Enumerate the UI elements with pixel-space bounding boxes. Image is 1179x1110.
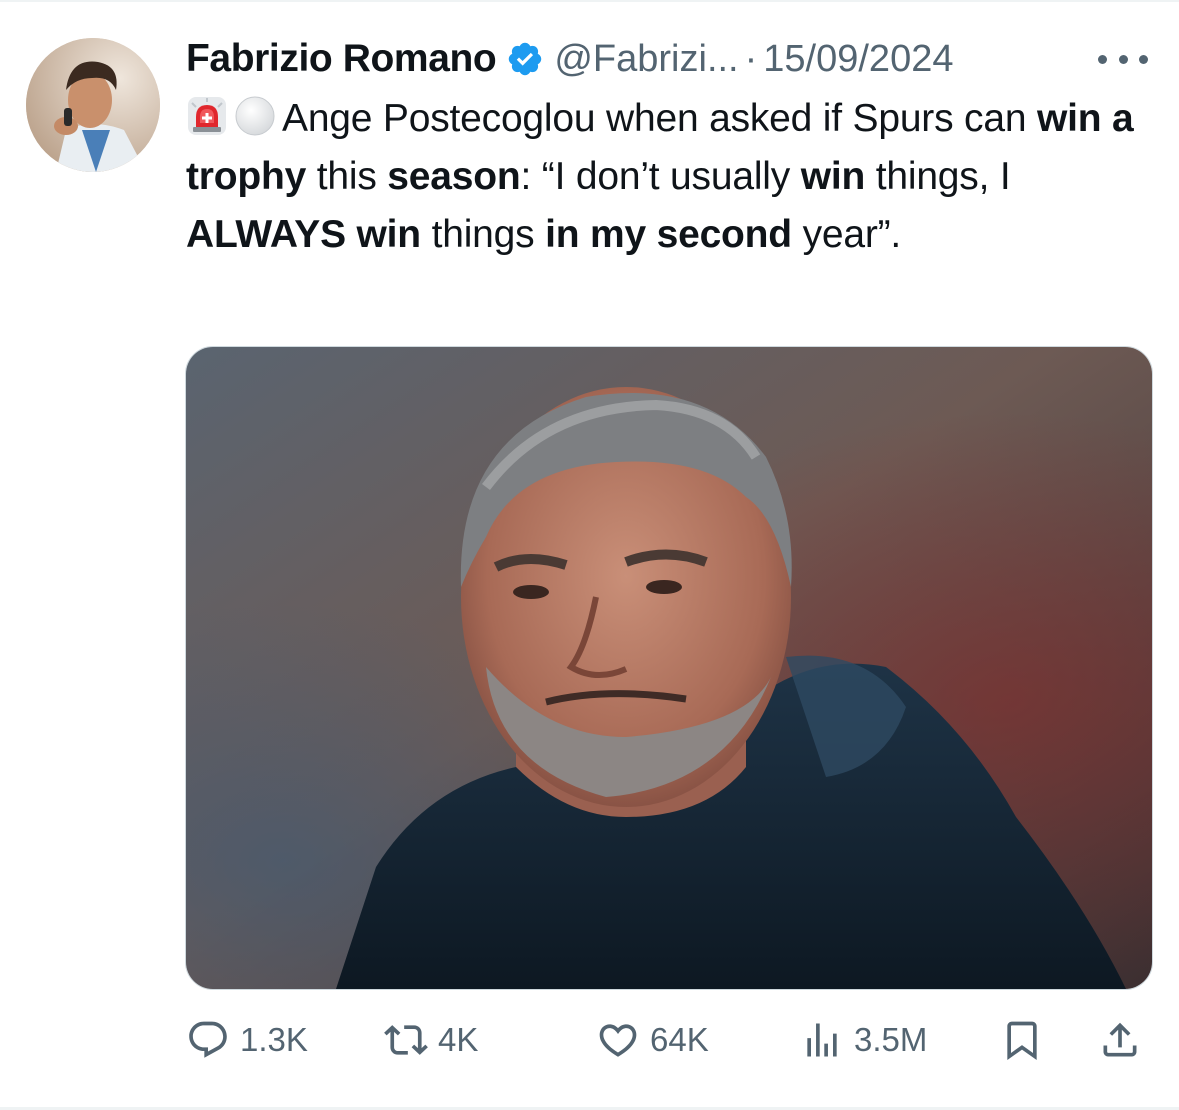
- top-divider: [0, 0, 1179, 2]
- tweet-text-bold-2: season: [387, 155, 521, 198]
- repost-button[interactable]: 4K: [384, 1010, 478, 1070]
- author-name[interactable]: Fabrizio Romano: [186, 37, 497, 81]
- tweet-text-2: this: [306, 155, 388, 198]
- more-options-icon[interactable]: [1098, 44, 1148, 74]
- tweet-text-3: : “I don’t usually: [520, 155, 801, 198]
- tweet-text-1: Ange Postecoglou when asked if Spurs can: [282, 97, 1037, 140]
- views-button[interactable]: 3.5M: [800, 1010, 927, 1070]
- author-handle[interactable]: @Fabrizi...: [554, 38, 738, 81]
- tweet[interactable]: Fabrizio Romano @Fabrizi... · 15/09/2024: [0, 0, 1179, 1110]
- share-icon: [1103, 1022, 1137, 1057]
- tweet-text-5: things: [420, 213, 546, 256]
- tweet-header: Fabrizio Romano @Fabrizi... · 15/09/2024: [186, 32, 953, 86]
- avatar-image: [26, 38, 160, 172]
- share-button[interactable]: [1098, 1010, 1142, 1070]
- tweet-actions: 1.3K 4K 64K 3.5M: [0, 1010, 1179, 1070]
- tweet-text: Ange Postecoglou when asked if Spurs can…: [186, 90, 1156, 264]
- siren-emoji-icon: [186, 95, 228, 137]
- bookmark-icon: [1007, 1021, 1037, 1061]
- repost-icon: [384, 1025, 428, 1055]
- white-circle-emoji-icon: [234, 95, 276, 137]
- reply-count: 1.3K: [240, 1021, 308, 1058]
- bookmark-button[interactable]: [1000, 1010, 1044, 1070]
- views-chart-icon: [807, 1023, 837, 1057]
- views-count: 3.5M: [854, 1021, 928, 1058]
- like-button[interactable]: 64K: [596, 1010, 709, 1070]
- tweet-text-4: things, I: [865, 155, 1011, 198]
- repost-count: 4K: [438, 1021, 479, 1058]
- avatar[interactable]: [26, 38, 160, 172]
- heart-icon: [599, 1024, 637, 1057]
- tweet-text-bold-4: ALWAYS win: [186, 213, 421, 256]
- reply-icon: [189, 1021, 227, 1058]
- tweet-text-6: year”.: [791, 213, 902, 256]
- tweet-text-bold-3: win: [800, 155, 866, 198]
- tweet-date[interactable]: 15/09/2024: [763, 38, 953, 81]
- verified-badge-icon: [506, 40, 544, 78]
- tweet-media-photo[interactable]: [185, 346, 1153, 990]
- tweet-text-bold-5: in my second: [545, 213, 792, 256]
- reply-button[interactable]: 1.3K: [186, 1010, 308, 1070]
- header-separator: ·: [744, 37, 758, 80]
- like-count: 64K: [650, 1021, 709, 1058]
- media-image: [186, 347, 1152, 989]
